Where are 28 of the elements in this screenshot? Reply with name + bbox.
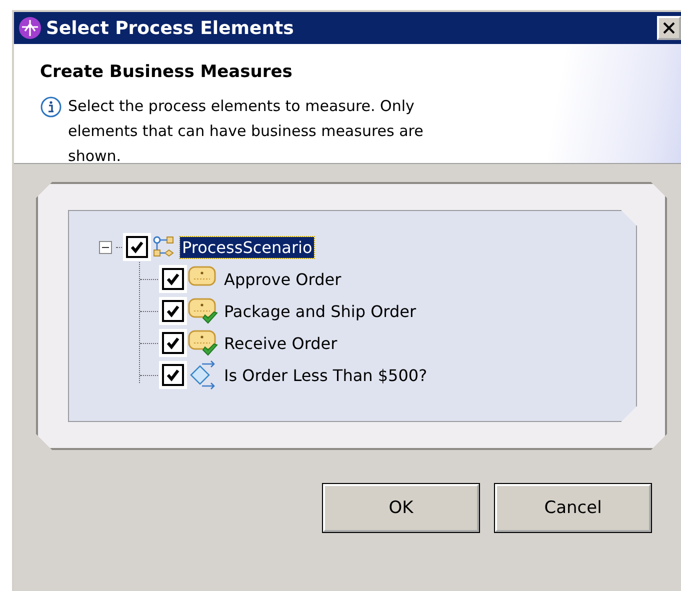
checkbox[interactable] — [162, 300, 184, 322]
tree-item[interactable]: Approve Order — [222, 268, 344, 290]
close-button[interactable] — [657, 16, 681, 40]
check-icon — [165, 335, 181, 351]
page-title: Create Business Measures — [40, 62, 294, 82]
check-icon — [165, 367, 181, 383]
checkbox[interactable] — [162, 332, 184, 354]
checkbox[interactable] — [162, 364, 184, 386]
check-icon — [165, 303, 181, 319]
info-icon — [40, 96, 62, 118]
process-icon — [152, 235, 176, 259]
cancel-button[interactable]: Cancel — [495, 484, 651, 532]
task-check-icon — [188, 328, 218, 358]
task-check-icon — [188, 296, 218, 326]
tree-item[interactable]: Is Order Less Than $500? — [222, 364, 430, 386]
ok-button[interactable]: OK — [323, 484, 479, 532]
collapse-toggle[interactable] — [99, 240, 112, 254]
app-icon — [18, 16, 42, 40]
close-icon — [662, 21, 676, 35]
check-icon — [129, 239, 145, 255]
checkbox[interactable] — [162, 268, 184, 290]
instruction-text: Select the process elements to measure. Only elements that can have business measures are shown. — [68, 96, 424, 167]
check-icon — [165, 271, 181, 287]
tree-item[interactable]: Receive Order — [222, 332, 340, 354]
tree-item[interactable]: Package and Ship Order — [222, 300, 418, 322]
checkbox[interactable] — [126, 236, 148, 258]
tree-item[interactable]: ProcessScenario — [180, 236, 314, 258]
window-title: Select Process Elements — [46, 18, 295, 38]
